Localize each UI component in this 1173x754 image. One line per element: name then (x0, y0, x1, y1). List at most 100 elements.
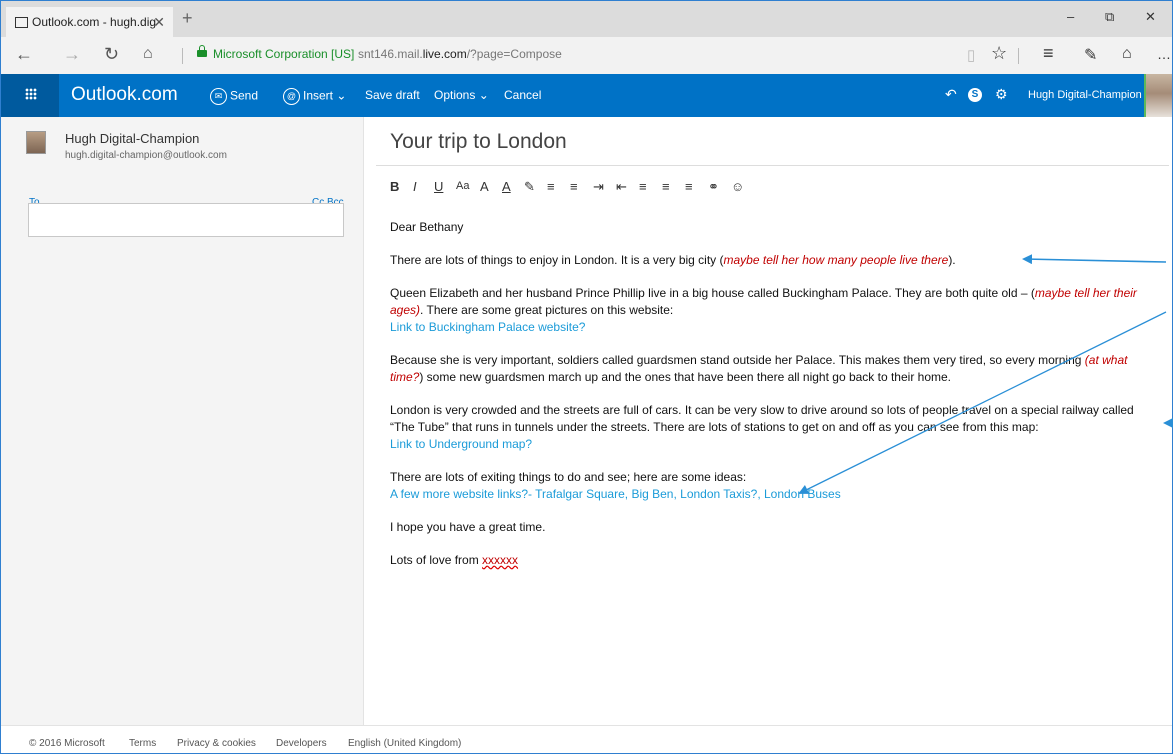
skype-icon[interactable]: S (968, 88, 982, 102)
brand-title[interactable]: Outlook.com (71, 84, 178, 106)
certificate-label[interactable]: Microsoft Corporation [US] (213, 47, 354, 61)
options-button[interactable]: Options ⌄ (434, 88, 489, 102)
tab-close-icon[interactable]: ✕ (153, 7, 165, 37)
url-suffix: /?page=Compose (466, 47, 562, 61)
bullet-list-button[interactable]: ≡ (570, 179, 578, 194)
sender-email: hugh.digital-champion@outlook.com (65, 150, 227, 161)
more-links[interactable]: A few more website links?- Trafalgar Squ… (390, 487, 841, 501)
user-name[interactable]: Hugh Digital-Champion (1028, 89, 1142, 101)
url-domain: live.com (422, 47, 467, 61)
paragraph-tube: London is very crowded and the streets a… (390, 402, 1150, 453)
terms-link[interactable]: Terms (129, 738, 156, 749)
url-prefix: snt146.mail. (358, 47, 423, 61)
privacy-link[interactable]: Privacy & cookies (177, 738, 256, 749)
waffle-icon (25, 88, 37, 100)
favorite-star-icon[interactable]: ☆ (991, 43, 1007, 64)
underground-link[interactable]: Link to Underground map? (390, 437, 532, 451)
highlight-button[interactable]: ✎ (524, 179, 535, 195)
message-body[interactable]: Dear Bethany There are lots of things to… (390, 219, 1150, 585)
options-label: Options (434, 88, 476, 102)
footer: © 2016 Microsoft Terms Privacy & cookies… (1, 725, 1172, 753)
paragraph-text: There are lots of exiting things to do a… (390, 470, 747, 484)
send-button[interactable]: ✉ Send (210, 88, 258, 105)
grow-font-button[interactable]: A (480, 179, 489, 194)
align-center-button[interactable]: ≡ (662, 179, 670, 194)
lock-icon (197, 45, 207, 57)
copyright: © 2016 Microsoft (29, 738, 105, 749)
emoji-button[interactable]: ☺ (731, 179, 744, 194)
link-button[interactable]: ⚭ (708, 179, 719, 195)
close-window-button[interactable]: ✕ (1145, 9, 1156, 25)
divider (182, 48, 183, 64)
paragraph-text: Queen Elizabeth and her husband Prince P… (390, 286, 1035, 300)
sign-off: Lots of love from xxxxxx (390, 552, 1150, 569)
reading-view-icon[interactable]: ▯ (967, 46, 975, 64)
paragraph-end: . There are some great pictures on this … (420, 303, 674, 317)
paragraph-text: There are lots of things to enjoy in Lon… (390, 253, 724, 267)
send-label: Send (230, 88, 259, 103)
outlook-header: Outlook.com ✉ Send @ Insert ⌄ Save draft O… (1, 74, 1172, 117)
minimize-button[interactable]: – (1067, 9, 1074, 24)
outdent-button[interactable]: ⇤ (616, 179, 627, 195)
subject-field[interactable]: Your trip to London (390, 130, 567, 154)
browser-tab[interactable]: Outlook.com - hugh.dig ✕ (6, 7, 173, 37)
font-color-button[interactable]: A (502, 179, 511, 194)
bold-button[interactable]: B (390, 179, 399, 194)
align-left-button[interactable]: ≡ (639, 179, 647, 194)
browser-window: Outlook.com - hugh.dig ✕ + – ⧉ ✕ ← → ↻ ⌂… (0, 0, 1173, 754)
indent-button[interactable]: ⇥ (593, 179, 604, 195)
save-draft-button[interactable]: Save draft (365, 88, 420, 102)
app-launcher-button[interactable] (1, 74, 59, 117)
avatar[interactable] (1144, 74, 1172, 117)
divider (376, 165, 1169, 166)
share-icon[interactable]: ⌂ (1122, 45, 1132, 63)
paragraph-text: London is very crowded and the streets a… (390, 403, 1134, 434)
chevron-down-icon: ⌄ (478, 88, 489, 102)
underline-button[interactable]: U (434, 179, 443, 194)
hub-icon[interactable]: ≡ (1043, 43, 1054, 64)
greeting: Dear Bethany (390, 220, 464, 234)
web-note-icon[interactable]: ✎ (1084, 45, 1097, 65)
refresh-icon[interactable]: ↻ (104, 44, 119, 65)
divider (1018, 48, 1019, 64)
paragraph-ideas: There are lots of exiting things to do a… (390, 469, 1150, 503)
undo-icon[interactable]: ↶ (945, 86, 957, 103)
closing-line: I hope you have a great time. (390, 520, 546, 534)
italic-button[interactable]: I (413, 179, 417, 194)
sign-off-name: xxxxxx (482, 553, 519, 567)
paragraph-end: ) some new guardsmen march up and the on… (419, 370, 951, 384)
developers-link[interactable]: Developers (276, 738, 327, 749)
paragraph-guards: Because she is very important, soldiers … (390, 352, 1150, 386)
send-icon: ✉ (210, 88, 227, 105)
more-icon[interactable]: … (1157, 46, 1171, 62)
language-link[interactable]: English (United Kingdom) (348, 738, 461, 749)
font-size-button[interactable]: Aa (456, 180, 469, 192)
tab-strip: Outlook.com - hugh.dig ✕ + – ⧉ ✕ (1, 1, 1172, 37)
restore-button[interactable]: ⧉ (1105, 9, 1114, 25)
chevron-down-icon: ⌄ (336, 88, 347, 103)
recipients-pane: Hugh Digital-Champion hugh.digital-champ… (1, 117, 364, 725)
back-icon[interactable]: ← (15, 44, 33, 65)
paragraph-end: ). (948, 253, 956, 267)
new-tab-button[interactable]: + (182, 8, 193, 29)
numbered-list-button[interactable]: ≡ (547, 179, 555, 194)
align-right-button[interactable]: ≡ (685, 179, 693, 194)
to-field[interactable] (28, 203, 344, 237)
paragraph-palace: Queen Elizabeth and her husband Prince P… (390, 285, 1150, 336)
forward-icon[interactable]: → (63, 44, 81, 65)
attach-icon: @ (283, 88, 300, 105)
palace-link[interactable]: Link to Buckingham Palace website? (390, 320, 585, 334)
page-icon (15, 17, 28, 28)
gear-icon[interactable]: ⚙ (995, 86, 1008, 103)
insert-label: Insert (303, 88, 334, 103)
url-field[interactable]: snt146.mail.live.com/?page=Compose (358, 47, 562, 61)
sign-off-text: Lots of love from (390, 553, 483, 567)
insert-button[interactable]: @ Insert ⌄ (283, 88, 346, 105)
cancel-button[interactable]: Cancel (504, 88, 541, 102)
tab-title: Outlook.com - hugh.dig (32, 15, 157, 29)
paragraph-text: Because she is very important, soldiers … (390, 353, 1085, 367)
sender-avatar (26, 131, 46, 154)
teacher-note: maybe tell her how many people live ther… (723, 253, 949, 267)
address-bar: ← → ↻ ⌂ Microsoft Corporation [US] snt14… (1, 37, 1172, 75)
home-icon[interactable]: ⌂ (143, 45, 153, 63)
